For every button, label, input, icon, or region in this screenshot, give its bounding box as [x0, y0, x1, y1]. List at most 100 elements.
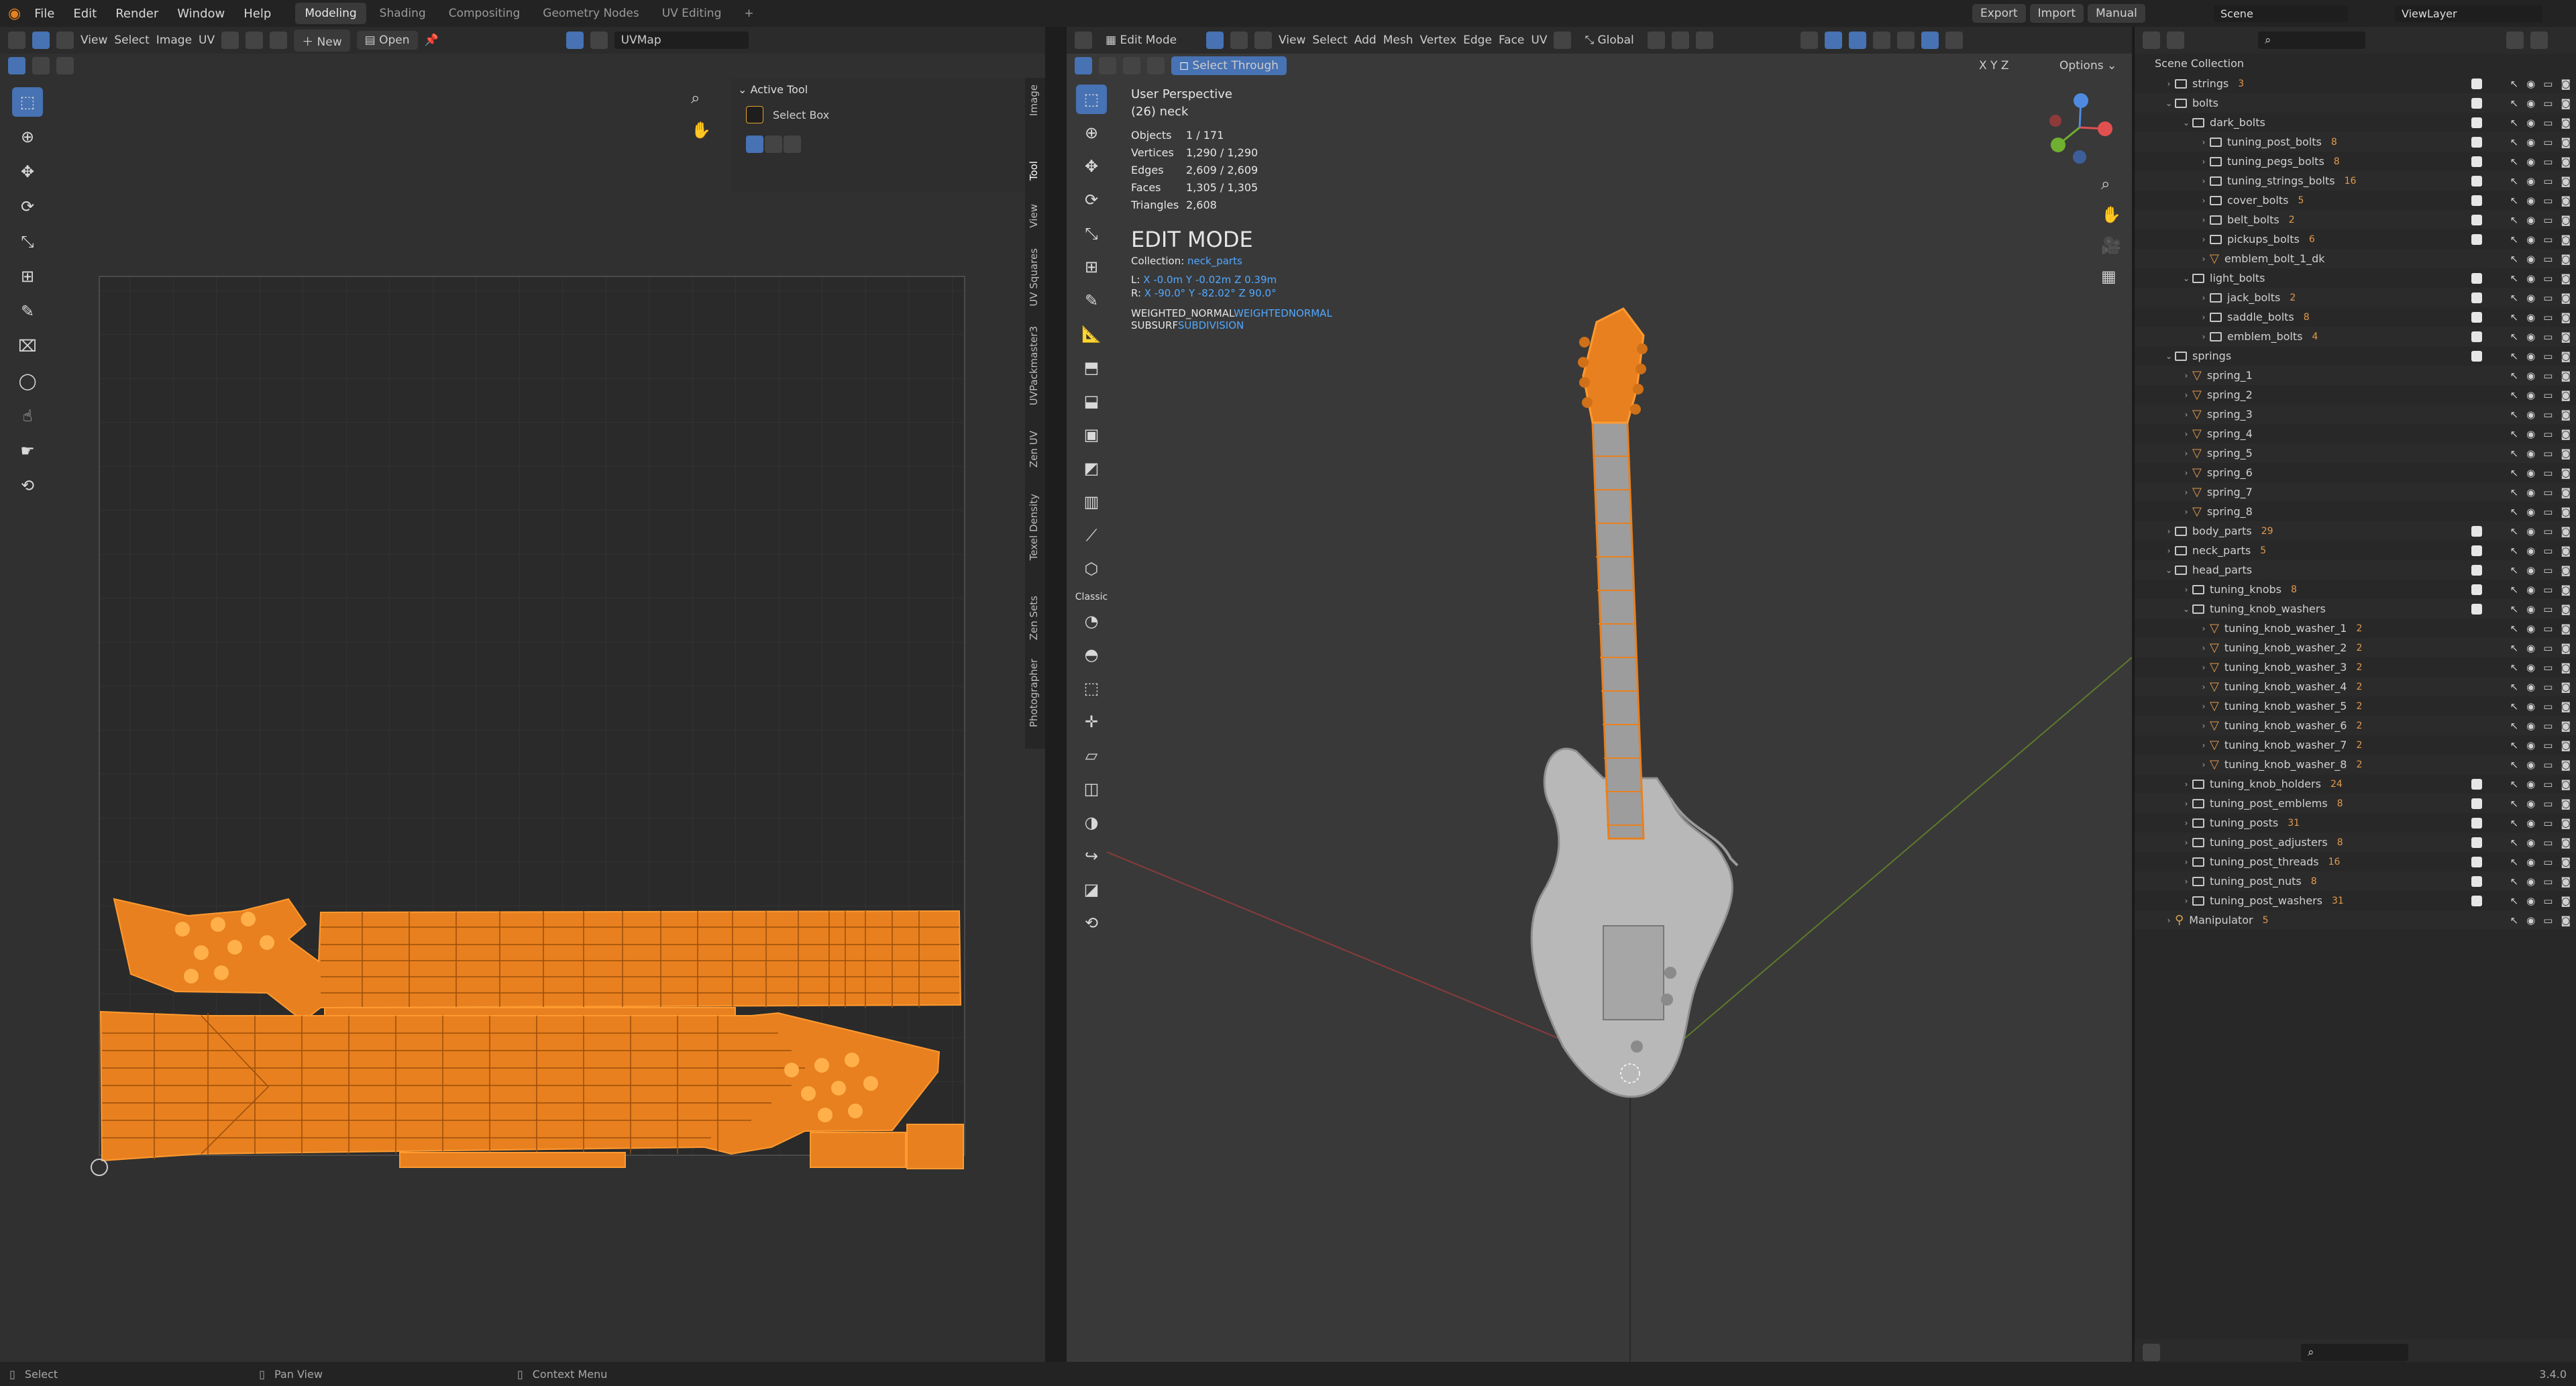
eye-icon[interactable]: ◉	[2526, 486, 2535, 498]
select-arrow-icon[interactable]: ↖	[2510, 798, 2519, 810]
editor-divider[interactable]	[1045, 27, 1067, 1362]
eye-icon[interactable]: ◉	[2526, 175, 2535, 187]
eye-icon[interactable]: ◉	[2526, 603, 2535, 615]
side-tab-uvpackmaster[interactable]: UVPackmaster3	[1028, 326, 1040, 405]
monitor-icon[interactable]: ▭	[2543, 97, 2553, 109]
expand-chevron-right-icon[interactable]: ›	[2198, 741, 2210, 750]
eye-icon[interactable]: ◉	[2526, 525, 2535, 537]
monitor-icon[interactable]: ▭	[2543, 837, 2553, 849]
side-tab-uv-squares[interactable]: UV Squares	[1028, 248, 1040, 307]
camera-icon[interactable]: ◙	[2561, 292, 2571, 304]
menu-help[interactable]: Help	[244, 7, 271, 21]
eye-icon[interactable]: ◉	[2526, 195, 2535, 207]
outliner-row[interactable]: ⌄ tuning_knob_washers ↖ ◉ ▭ ◙	[2135, 599, 2576, 619]
side-tab-zen-sets[interactable]: Zen Sets	[1028, 596, 1040, 640]
expand-chevron-right-icon[interactable]: ›	[2180, 429, 2192, 439]
expand-chevron-right-icon[interactable]: ›	[2198, 332, 2210, 341]
properties-search-input[interactable]: ⌕	[2301, 1344, 2408, 1361]
expand-chevron-right-icon[interactable]: ›	[2198, 235, 2210, 244]
gizmo-x[interactable]	[2098, 121, 2112, 136]
eye-icon[interactable]: ◉	[2526, 700, 2535, 712]
select-arrow-icon[interactable]: ↖	[2510, 428, 2519, 440]
select-arrow-icon[interactable]: ↖	[2510, 409, 2519, 421]
outliner-row[interactable]: › ▽ tuning_knob_washer_2 2 ↖ ◉ ▭ ◙	[2135, 638, 2576, 657]
outliner-row[interactable]: › tuning_post_adjusters 8 ↖ ◉ ▭ ◙	[2135, 833, 2576, 852]
monitor-icon[interactable]: ▭	[2543, 467, 2553, 479]
camera-icon[interactable]: ◙	[2561, 584, 2571, 596]
expand-chevron-right-icon[interactable]: ›	[2180, 818, 2192, 828]
camera-icon[interactable]: ◙	[2561, 681, 2571, 693]
outliner-row[interactable]: › tuning_post_nuts 8 ↖ ◉ ▭ ◙	[2135, 871, 2576, 891]
expand-chevron-right-icon[interactable]: ›	[2180, 799, 2192, 808]
select-arrow-icon[interactable]: ↖	[2510, 759, 2519, 771]
expand-chevron-right-icon[interactable]: ›	[2198, 682, 2210, 692]
vp-zoom-icon[interactable]: ⌕	[2101, 174, 2121, 193]
outliner-row[interactable]: › ▽ spring_1 ↖ ◉ ▭ ◙	[2135, 366, 2576, 385]
expand-chevron-right-icon[interactable]: ›	[2163, 527, 2175, 536]
outliner-row[interactable]: › body_parts 29 ↖ ◉ ▭ ◙	[2135, 521, 2576, 541]
select-arrow-icon[interactable]: ↖	[2510, 117, 2519, 129]
eye-icon[interactable]: ◉	[2526, 370, 2535, 382]
select-arrow-icon[interactable]: ↖	[2510, 175, 2519, 187]
eye-icon[interactable]: ◉	[2526, 759, 2535, 771]
select-arrow-icon[interactable]: ↖	[2510, 195, 2519, 207]
outliner-row[interactable]: ⌄ head_parts ↖ ◉ ▭ ◙	[2135, 560, 2576, 580]
exclude-checkbox[interactable]	[2471, 292, 2482, 303]
expand-chevron-right-icon[interactable]: ›	[2198, 157, 2210, 166]
side-tab-zen-uv[interactable]: Zen UV	[1028, 431, 1040, 468]
outliner-new-collection-icon[interactable]	[2530, 32, 2548, 49]
monitor-icon[interactable]: ▭	[2543, 623, 2553, 635]
monitor-icon[interactable]: ▭	[2543, 661, 2553, 674]
outliner-row[interactable]: › ▽ spring_7 ↖ ◉ ▭ ◙	[2135, 482, 2576, 502]
eye-icon[interactable]: ◉	[2526, 817, 2535, 829]
vp-camera-icon[interactable]: 🎥	[2101, 236, 2121, 255]
menu-window[interactable]: Window	[177, 7, 225, 21]
outliner-row[interactable]: › tuning_pegs_bolts 8 ↖ ◉ ▭ ◙	[2135, 152, 2576, 171]
outliner-row[interactable]: › ▽ spring_3 ↖ ◉ ▭ ◙	[2135, 405, 2576, 424]
camera-icon[interactable]: ◙	[2561, 759, 2571, 771]
camera-icon[interactable]: ◙	[2561, 97, 2571, 109]
exclude-checkbox[interactable]	[2471, 875, 2482, 887]
outliner-row[interactable]: ⌄ light_bolts ↖ ◉ ▭ ◙	[2135, 268, 2576, 288]
expand-chevron-right-icon[interactable]: ›	[2198, 624, 2210, 633]
eye-icon[interactable]: ◉	[2526, 272, 2535, 284]
exclude-checkbox[interactable]	[2471, 350, 2482, 362]
camera-icon[interactable]: ◙	[2561, 525, 2571, 537]
camera-icon[interactable]: ◙	[2561, 564, 2571, 576]
select-arrow-icon[interactable]: ↖	[2510, 292, 2519, 304]
camera-icon[interactable]: ◙	[2561, 253, 2571, 265]
outliner-row[interactable]: › saddle_bolts 8 ↖ ◉ ▭ ◙	[2135, 307, 2576, 327]
expand-chevron-right-icon[interactable]: ›	[2180, 449, 2192, 458]
outliner-row[interactable]: › ▽ spring_5 ↖ ◉ ▭ ◙	[2135, 443, 2576, 463]
select-arrow-icon[interactable]: ↖	[2510, 700, 2519, 712]
exclude-checkbox[interactable]	[2471, 233, 2482, 245]
monitor-icon[interactable]: ▭	[2543, 156, 2553, 168]
tab-geometry-nodes[interactable]: Geometry Nodes	[533, 3, 648, 24]
select-arrow-icon[interactable]: ↖	[2510, 545, 2519, 557]
select-arrow-icon[interactable]: ↖	[2510, 875, 2519, 888]
eye-icon[interactable]: ◉	[2526, 389, 2535, 401]
outliner-row[interactable]: › ▽ spring_8 ↖ ◉ ▭ ◙	[2135, 502, 2576, 521]
expand-chevron-down-icon[interactable]: ⌄	[2163, 352, 2175, 361]
eye-icon[interactable]: ◉	[2526, 584, 2535, 596]
select-arrow-icon[interactable]: ↖	[2510, 506, 2519, 518]
monitor-icon[interactable]: ▭	[2543, 253, 2553, 265]
eye-icon[interactable]: ◉	[2526, 447, 2535, 460]
monitor-icon[interactable]: ▭	[2543, 117, 2553, 129]
camera-icon[interactable]: ◙	[2561, 117, 2571, 129]
exclude-checkbox[interactable]	[2471, 272, 2482, 284]
camera-icon[interactable]: ◙	[2561, 467, 2571, 479]
eye-icon[interactable]: ◉	[2526, 720, 2535, 732]
outliner-row[interactable]: › ▽ tuning_knob_washer_1 2 ↖ ◉ ▭ ◙	[2135, 619, 2576, 638]
outliner-row[interactable]: › belt_bolts 2 ↖ ◉ ▭ ◙	[2135, 210, 2576, 229]
expand-chevron-down-icon[interactable]: ⌄	[2180, 274, 2192, 283]
exclude-checkbox[interactable]	[2471, 584, 2482, 595]
outliner-row[interactable]: › ⚲ Manipulator 5 ↖ ◉ ▭ ◙	[2135, 910, 2576, 930]
exclude-checkbox[interactable]	[2471, 311, 2482, 323]
eye-icon[interactable]: ◉	[2526, 506, 2535, 518]
exclude-checkbox[interactable]	[2471, 895, 2482, 906]
menu-file[interactable]: File	[34, 7, 54, 21]
exclude-checkbox[interactable]	[2471, 78, 2482, 89]
side-tab-tool[interactable]: Tool	[1028, 161, 1040, 180]
expand-chevron-right-icon[interactable]: ›	[2180, 896, 2192, 906]
